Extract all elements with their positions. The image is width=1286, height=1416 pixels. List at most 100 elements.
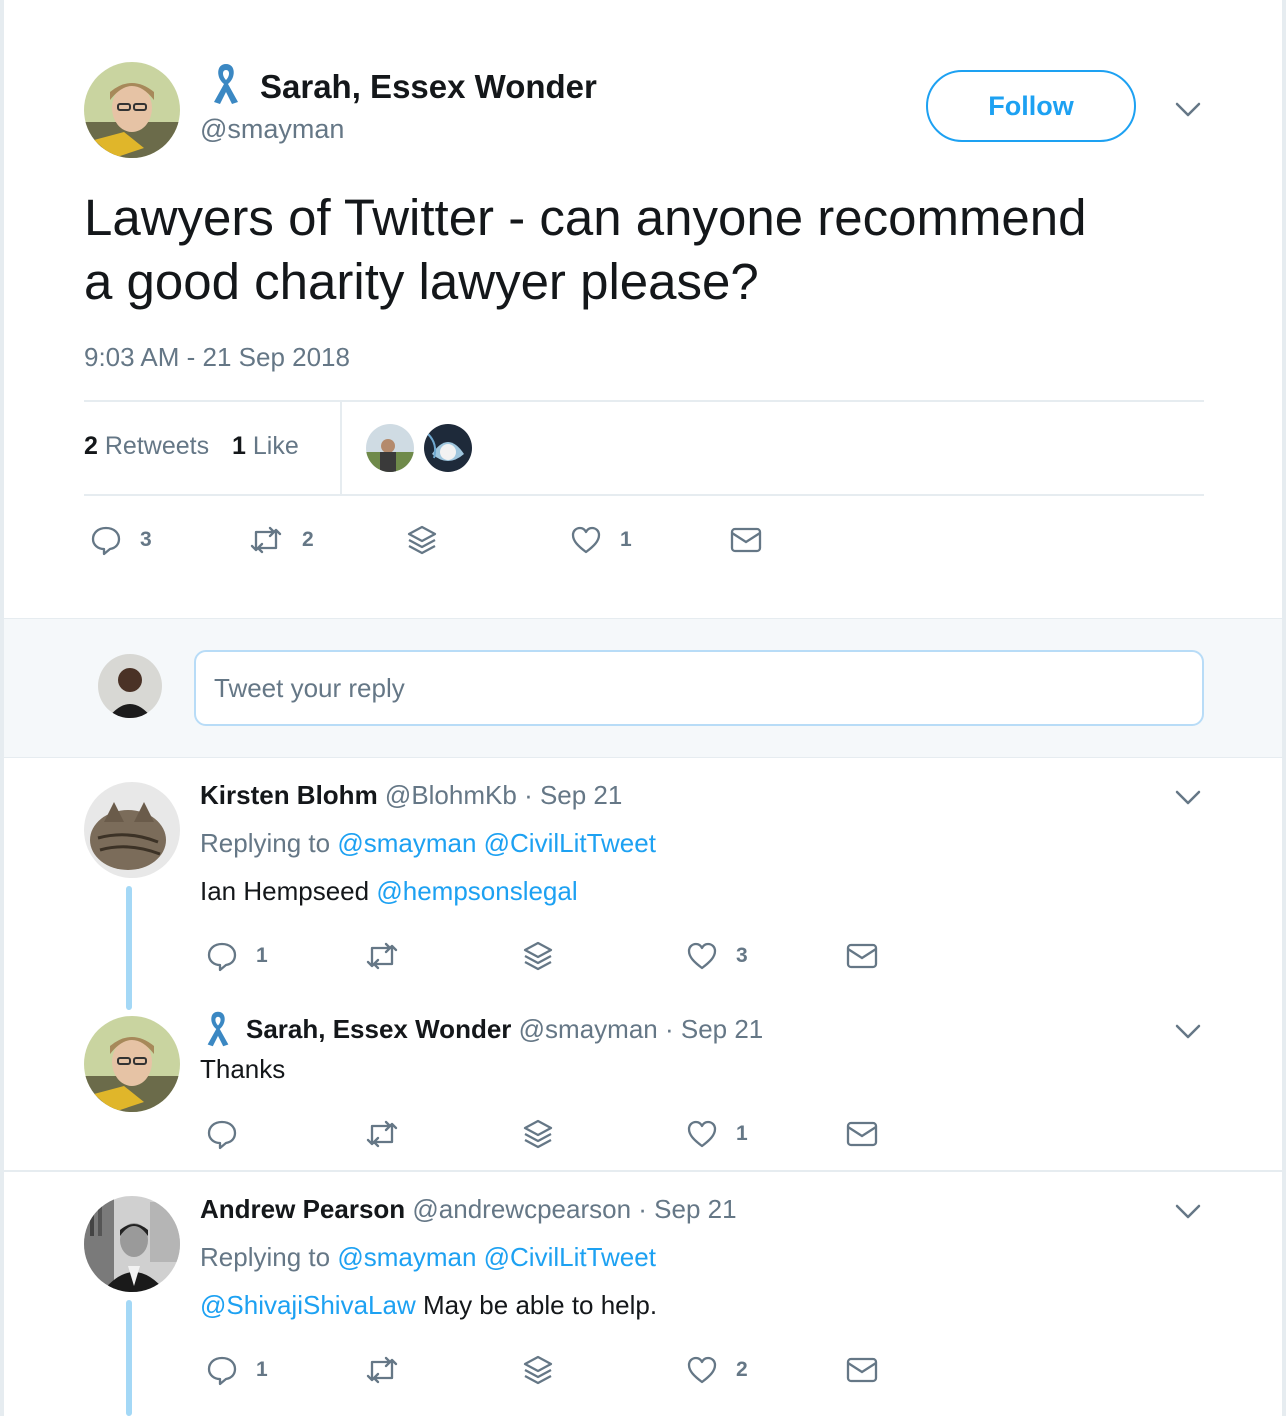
replying-to-label: Replying to	[200, 1242, 331, 1272]
layers-icon	[407, 525, 437, 555]
awareness-ribbon-icon	[214, 64, 238, 104]
like-action[interactable]: 1	[570, 524, 632, 556]
replying-to: Replying to @smayman @CivilLitTweet	[200, 1242, 656, 1273]
reply-avatar[interactable]	[84, 1016, 180, 1112]
like-action[interactable]: 2	[686, 1354, 748, 1386]
thread-line	[126, 1300, 132, 1416]
reply-count: 1	[256, 1358, 268, 1381]
retweet-action[interactable]	[364, 1118, 400, 1150]
reply-author-name[interactable]: Sarah, Essex Wonder	[246, 1014, 511, 1044]
dm-action[interactable]	[846, 1356, 878, 1384]
reply-header: Sarah, Essex Wonder @smayman · Sep 21	[246, 1014, 763, 1045]
envelope-icon	[846, 1121, 878, 1147]
likes-stat[interactable]: 1 Like	[232, 432, 299, 460]
replying-to-links[interactable]: @smayman @CivilLitTweet	[337, 828, 656, 858]
dm-action[interactable]	[730, 526, 762, 554]
stats-separator	[340, 402, 342, 494]
reply-icon	[207, 942, 237, 972]
dm-action[interactable]	[846, 1120, 878, 1148]
reply-header: Kirsten Blohm @BlohmKb · Sep 21	[200, 780, 622, 811]
reply-text: @ShivajiShivaLaw May be able to help.	[200, 1290, 657, 1321]
awareness-ribbon-icon	[207, 1011, 229, 1047]
divider	[84, 400, 1204, 402]
stack-action[interactable]	[522, 1354, 554, 1388]
layers-icon	[523, 1355, 553, 1385]
retweeter-avatar[interactable]	[366, 424, 414, 472]
reply-header: Andrew Pearson @andrewcpearson · Sep 21	[200, 1194, 737, 1225]
like-count: 1	[736, 1122, 748, 1145]
reply-text-plain: May be able to help.	[422, 1290, 658, 1320]
retweet-action[interactable]	[364, 940, 400, 972]
reply-mention-link[interactable]: @hempsonslegal	[376, 876, 577, 906]
retweet-action[interactable]: 2	[248, 524, 314, 556]
chevron-down-icon[interactable]	[1174, 100, 1202, 120]
tweet-text-line-1: Lawyers of Twitter - can anyone recommen…	[84, 189, 1087, 246]
envelope-icon	[846, 943, 878, 969]
dm-action[interactable]	[846, 942, 878, 970]
retweet-icon	[366, 1356, 398, 1384]
layers-icon	[523, 1119, 553, 1149]
heart-icon	[687, 1120, 717, 1148]
reply-text: Ian Hempseed @hempsonslegal	[200, 876, 578, 907]
retweets-label: Retweets	[104, 432, 210, 460]
reply-count: 3	[140, 528, 152, 551]
retweet-action[interactable]	[364, 1354, 400, 1386]
current-user-avatar[interactable]	[98, 654, 162, 718]
reply-action[interactable]: 1	[206, 1354, 268, 1386]
reply-date[interactable]: · Sep 21	[665, 1014, 763, 1044]
retweet-icon	[366, 942, 398, 970]
reply-author-handle[interactable]: @BlohmKb	[385, 780, 517, 810]
author-name[interactable]: Sarah, Essex Wonder	[260, 68, 597, 106]
reply-action[interactable]: 1	[206, 940, 268, 972]
like-count: 3	[736, 944, 748, 967]
chevron-down-icon[interactable]	[1174, 1202, 1202, 1222]
tweet-stats: 2 Retweets 1 Like	[84, 432, 299, 461]
envelope-icon	[846, 1357, 878, 1383]
likes-label: Like	[252, 432, 299, 460]
replying-to: Replying to @smayman @CivilLitTweet	[200, 828, 656, 859]
reply-author-handle[interactable]: @smayman	[519, 1014, 658, 1044]
reply-author-name[interactable]: Andrew Pearson	[200, 1194, 405, 1224]
window-frame-right	[1282, 0, 1286, 1416]
retweets-stat[interactable]: 2 Retweets	[84, 432, 209, 460]
layers-icon	[523, 941, 553, 971]
tweet-text: Lawyers of Twitter - can anyone recommen…	[84, 186, 1087, 314]
stack-action[interactable]	[522, 1118, 554, 1152]
chevron-down-icon[interactable]	[1174, 1022, 1202, 1042]
reply-mention-link[interactable]: @ShivajiShivaLaw	[200, 1290, 416, 1320]
heart-icon	[687, 942, 717, 970]
reply-date[interactable]: · Sep 21	[638, 1194, 736, 1224]
follow-button[interactable]: Follow	[926, 70, 1136, 142]
stack-action[interactable]	[406, 524, 438, 558]
author-handle[interactable]: @smayman	[200, 114, 344, 145]
reply-author-handle[interactable]: @andrewcpearson	[412, 1194, 631, 1224]
tweet-timestamp[interactable]: 9:03 AM - 21 Sep 2018	[84, 342, 350, 373]
reply-icon	[207, 1120, 237, 1150]
reply-action[interactable]	[206, 1118, 238, 1150]
liker-avatar[interactable]	[424, 424, 472, 472]
reply-input[interactable]: Tweet your reply	[194, 650, 1204, 726]
envelope-icon	[730, 527, 762, 553]
replying-to-links[interactable]: @smayman @CivilLitTweet	[337, 1242, 656, 1272]
stack-action[interactable]	[522, 940, 554, 974]
heart-icon	[571, 526, 601, 554]
heart-icon	[687, 1356, 717, 1384]
reply-icon	[207, 1356, 237, 1386]
reply-count: 1	[256, 944, 268, 967]
reply-avatar[interactable]	[84, 1196, 180, 1292]
like-count: 1	[620, 528, 632, 551]
author-avatar[interactable]	[84, 62, 180, 158]
reply-action[interactable]: 3	[90, 524, 152, 556]
reply-date[interactable]: · Sep 21	[524, 780, 622, 810]
likes-count: 1	[232, 432, 246, 460]
thread-line	[126, 886, 132, 1010]
chevron-down-icon[interactable]	[1174, 788, 1202, 808]
reply-avatar[interactable]	[84, 782, 180, 878]
like-action[interactable]: 1	[686, 1118, 748, 1150]
like-action[interactable]: 3	[686, 940, 748, 972]
tweet-text-line-2: a good charity lawyer please?	[84, 253, 759, 310]
reply-author-name[interactable]: Kirsten Blohm	[200, 780, 378, 810]
reply-icon	[91, 526, 121, 556]
retweets-count: 2	[84, 432, 98, 460]
like-count: 2	[736, 1358, 748, 1381]
